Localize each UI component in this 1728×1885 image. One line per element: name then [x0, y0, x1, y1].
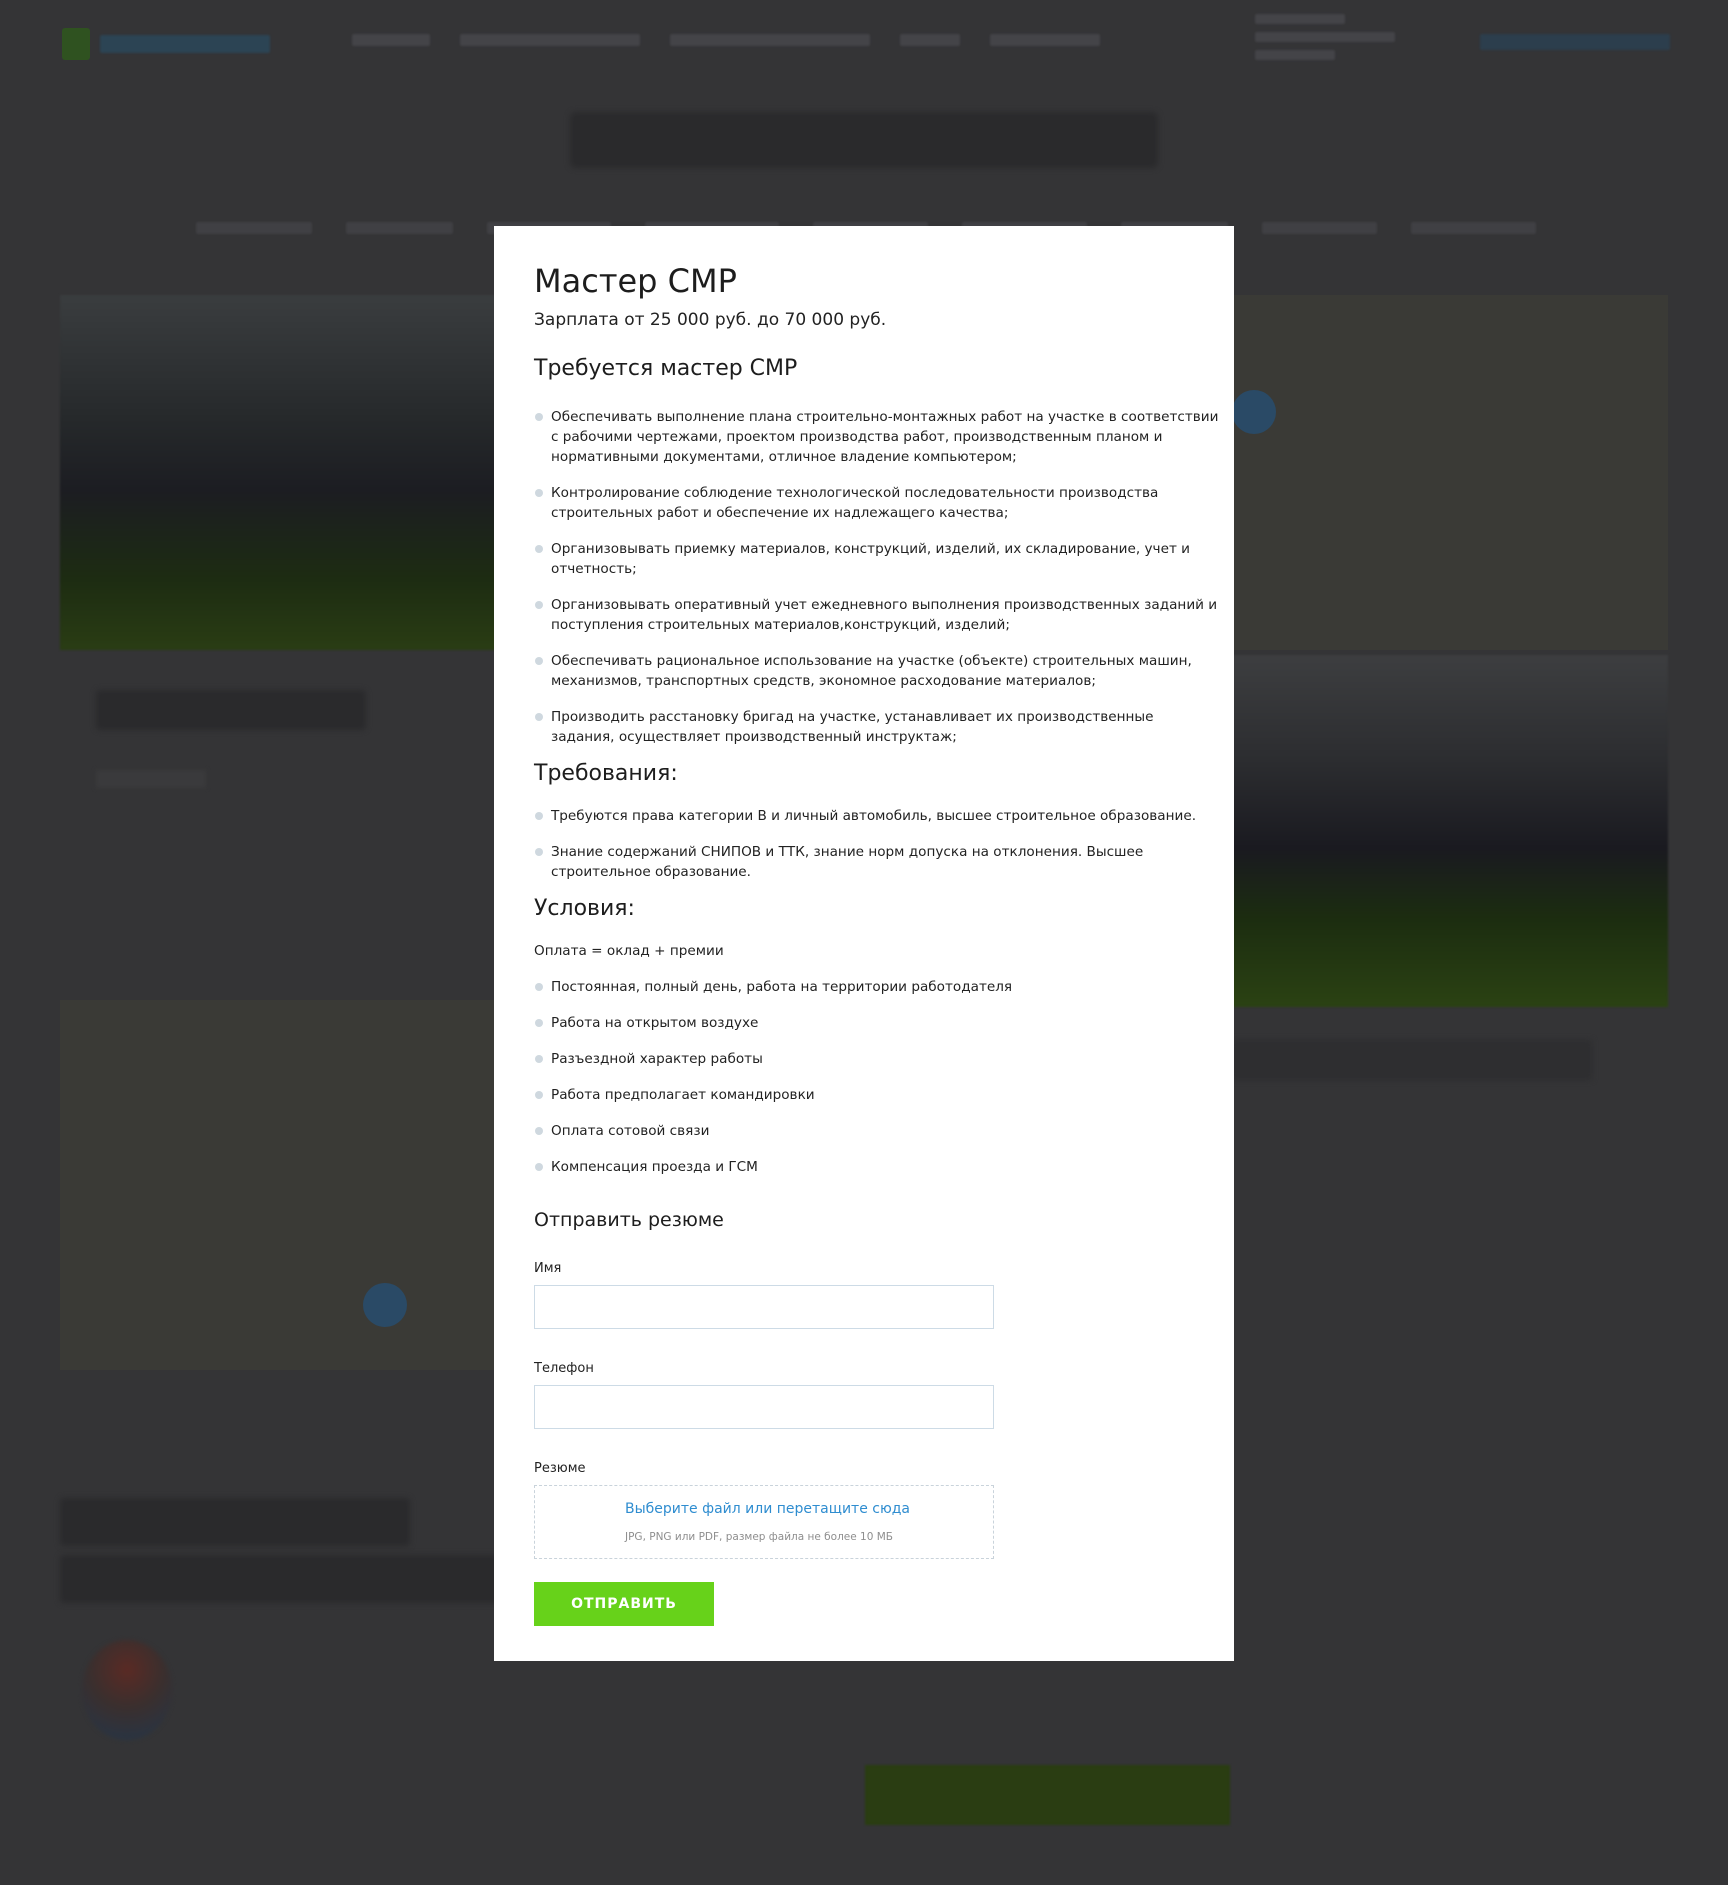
conditions-list: Постоянная, полный день, работа на терри…: [534, 977, 1220, 1177]
location-map: [1232, 295, 1668, 650]
list-item: Обеспечивать рациональное использование …: [534, 651, 1220, 691]
list-item: Постоянная, полный день, работа на терри…: [534, 977, 1220, 997]
site-header: [0, 0, 1728, 90]
list-item: Обеспечивать выполнение плана строительн…: [534, 407, 1220, 467]
list-item: Разъездной характер работы: [534, 1049, 1220, 1069]
card-subtitle: [96, 770, 206, 788]
location-map: [60, 1000, 500, 1370]
form-title: Отправить резюме: [534, 1209, 724, 1232]
phone-label: Телефон: [534, 1361, 594, 1377]
house-photo: [1232, 655, 1668, 1007]
nav-item: [990, 34, 1100, 46]
list-item: Требуются права категории В и личный авт…: [534, 806, 1220, 826]
card-title: [96, 690, 366, 730]
list-item: Оплата сотовой связи: [534, 1121, 1220, 1141]
list-item: Контролирование соблюдение технологическ…: [534, 483, 1220, 523]
map-pin-icon: [1232, 390, 1276, 434]
duties-list: Обеспечивать выполнение плана строительн…: [534, 407, 1220, 747]
upload-link[interactable]: Выберите файл или перетащите сюда: [625, 1501, 910, 1517]
list-item: Работа на открытом воздухе: [534, 1013, 1220, 1033]
conditions-heading: Условия:: [534, 896, 635, 922]
list-item: Организовывать оперативный учет ежедневн…: [534, 595, 1220, 635]
list-item: Организовывать приемку материалов, конст…: [534, 539, 1220, 579]
brand-logo-icon: [62, 28, 90, 60]
section-heading: [60, 1498, 410, 1546]
vacancy-modal: Мастер СМР Зарплата от 25 000 руб. до 70…: [494, 226, 1234, 1661]
house-photo: [60, 295, 500, 650]
resume-label: Резюме: [534, 1461, 586, 1477]
requirements-heading: Требования:: [534, 761, 678, 787]
vacancy-title: Мастер СМР: [534, 262, 737, 300]
submit-button[interactable]: ОТПРАВИТЬ: [534, 1582, 714, 1627]
nav-item: [670, 34, 870, 46]
upload-hint: JPG, PNG или PDF, размер файла не более …: [625, 1531, 894, 1544]
name-label: Имя: [534, 1261, 562, 1277]
list-item: Работа предполагает командировки: [534, 1085, 1220, 1105]
header-contacts: [1255, 14, 1405, 68]
list-item: Компенсация проезда и ГСМ: [534, 1157, 1220, 1177]
nav-item: [460, 34, 640, 46]
card-title: [1232, 1040, 1592, 1080]
phone-input[interactable]: [534, 1385, 994, 1430]
name-input[interactable]: [534, 1285, 994, 1330]
main-nav: [352, 34, 1100, 46]
site-logo: [62, 28, 270, 60]
nav-item: [900, 34, 960, 46]
duties-heading: Требуется мастер СМР: [534, 356, 798, 382]
cta-button: [865, 1765, 1230, 1825]
list-item: Знание содержаний СНИПОВ и ТТК, знание н…: [534, 842, 1220, 882]
resume-form: Отправить резюме Имя Телефон Резюме Выбе…: [534, 1209, 1220, 1627]
nav-item: [352, 34, 430, 46]
requirements-list: Требуются права категории В и личный авт…: [534, 806, 1220, 882]
section-heading: [60, 1555, 500, 1603]
vacancy-salary: Зарплата от 25 000 руб. до 70 000 руб.: [534, 310, 887, 331]
map-pin-icon: [363, 1283, 407, 1327]
avatar: [82, 1640, 172, 1740]
page-title: [570, 112, 1158, 168]
logo-wordmark: [100, 35, 270, 53]
file-dropzone[interactable]: Выберите файл или перетащите сюда JPG, P…: [534, 1485, 994, 1560]
pay-note: Оплата = оклад + премии: [534, 943, 724, 960]
header-callback: [1480, 34, 1670, 50]
list-item: Производить расстановку бригад на участк…: [534, 707, 1220, 747]
